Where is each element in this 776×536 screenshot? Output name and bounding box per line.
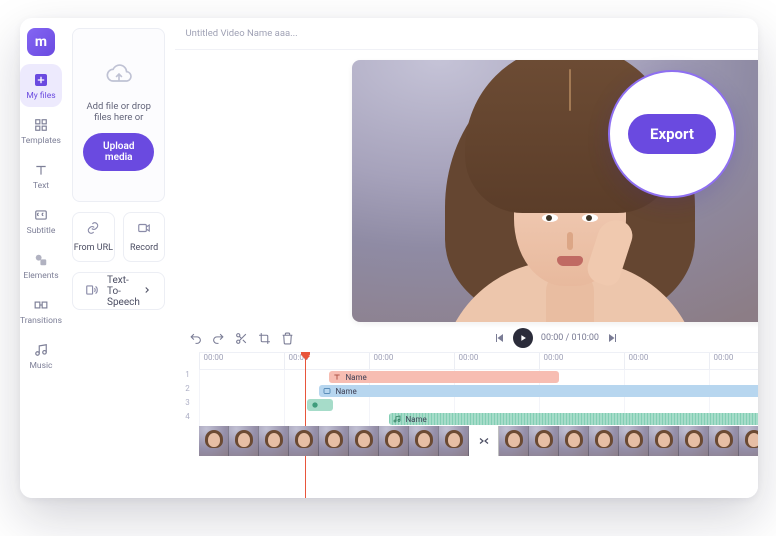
time-display: 00:00 / 010:00 — [541, 333, 599, 343]
timeline-body[interactable]: 00:0000:0000:0000:0000:0000:0000:0000:00… — [199, 352, 758, 498]
delete-button[interactable] — [281, 332, 294, 345]
chevron-right-icon — [142, 285, 152, 298]
rail-label: Templates — [21, 136, 61, 146]
track-num: 3 — [175, 398, 199, 412]
camera-icon — [136, 221, 152, 238]
export-magnified-callout: Export — [608, 70, 736, 198]
rail-text[interactable]: Text — [20, 154, 62, 197]
left-rail: m My files Templates Text Subtitle Eleme… — [20, 18, 62, 498]
export-button-magnified[interactable]: Export — [628, 114, 716, 154]
rail-my-files[interactable]: My files — [20, 64, 62, 107]
rail-label: Subtitle — [27, 226, 56, 236]
skip-end-button[interactable] — [607, 332, 619, 344]
player-controls: 00:00 / 010:00 — [175, 322, 758, 352]
cut-button[interactable] — [235, 332, 248, 345]
topbar: Untitled Video Name aaa... Login to save… — [175, 18, 758, 50]
track-num: 1 — [175, 370, 199, 384]
rail-subtitle[interactable]: Subtitle — [20, 199, 62, 242]
track-num: 2 — [175, 384, 199, 398]
skip-start-button[interactable] — [493, 332, 505, 344]
from-url-button[interactable]: From URL — [72, 212, 115, 262]
cloud-upload-icon — [102, 60, 136, 91]
tts-icon — [85, 283, 99, 300]
caption-clip[interactable]: Name — [319, 385, 758, 397]
play-button[interactable] — [513, 328, 533, 348]
import-row: From URL Record — [72, 212, 165, 262]
rail-label: Text — [33, 181, 49, 191]
link-icon — [86, 221, 100, 238]
clip-label: Name — [345, 373, 366, 382]
tracks: Name Name — [199, 370, 758, 426]
transition-icon — [33, 297, 49, 313]
crop-button[interactable] — [258, 332, 271, 345]
plus-square-icon — [33, 72, 49, 88]
record-button[interactable]: Record — [123, 212, 166, 262]
rail-transitions[interactable]: Transitions — [20, 289, 62, 332]
dropzone[interactable]: Add file or drop files here or Upload me… — [72, 28, 165, 202]
record-label: Record — [130, 243, 158, 253]
rail-label: Transitions — [20, 316, 62, 326]
ruler[interactable]: 00:0000:0000:0000:0000:0000:0000:0000:00… — [199, 352, 758, 370]
drop-hint: Add file or drop files here or — [83, 101, 154, 123]
text-clip[interactable]: Name — [329, 371, 559, 383]
text-to-speech-button[interactable]: Text-To-Speech — [72, 272, 165, 310]
clip-label: Name — [405, 415, 426, 424]
timeline: 1 2 3 4 00:0000:0000:0000:0000:0000:0000… — [175, 352, 758, 498]
element-clip[interactable] — [307, 399, 333, 411]
shapes-icon — [33, 252, 49, 268]
text-icon — [33, 162, 49, 178]
rail-label: Music — [29, 361, 52, 371]
cc-icon — [33, 207, 49, 223]
rail-templates[interactable]: Templates — [20, 109, 62, 152]
grid-icon — [33, 117, 49, 133]
video-track[interactable] — [199, 426, 758, 456]
tts-label: Text-To-Speech — [107, 275, 142, 308]
rail-label: Elements — [23, 271, 58, 281]
audio-clip[interactable]: Name — [389, 413, 758, 425]
from-url-label: From URL — [74, 243, 113, 253]
rail-elements[interactable]: Elements — [20, 244, 62, 287]
app-logo: m — [27, 28, 55, 56]
project-title[interactable]: Untitled Video Name aaa... — [185, 28, 297, 39]
left-panel: Add file or drop files here or Upload me… — [62, 18, 175, 498]
undo-button[interactable] — [189, 332, 202, 345]
music-icon — [33, 342, 49, 358]
track-numbers: 1 2 3 4 — [175, 352, 199, 498]
redo-button[interactable] — [212, 332, 225, 345]
rail-music[interactable]: Music — [20, 334, 62, 377]
upload-media-button[interactable]: Upload media — [83, 133, 154, 171]
playhead[interactable] — [305, 352, 306, 498]
transition-marker[interactable] — [469, 426, 499, 456]
track-num: 4 — [175, 412, 199, 426]
clip-label: Name — [335, 387, 356, 396]
rail-label: My files — [26, 91, 55, 101]
